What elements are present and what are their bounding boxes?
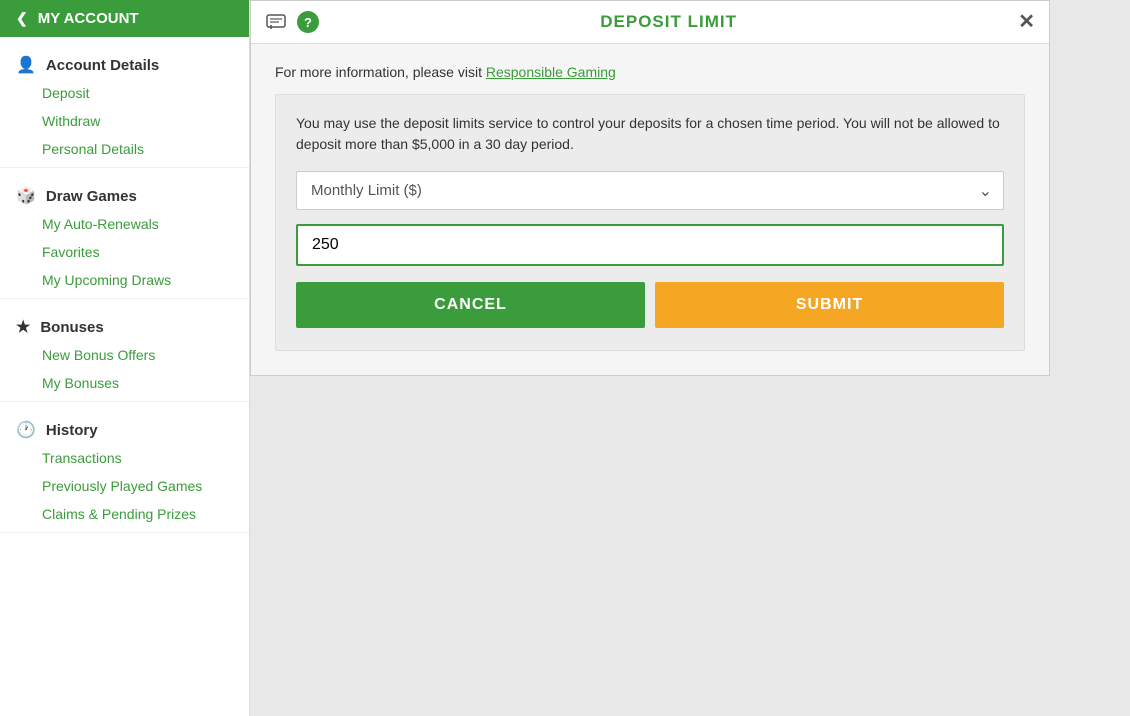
dice-icon: 🎲 [16, 186, 36, 206]
sidebar-item-my-bonuses[interactable]: My Bonuses [0, 369, 249, 397]
sidebar-header-label: MY ACCOUNT [38, 10, 139, 27]
submit-button[interactable]: SUBMIT [655, 282, 1004, 328]
draw-games-title: 🎲 Draw Games [0, 178, 249, 210]
sidebar-section-draw-games: 🎲 Draw Games My Auto-Renewals Favorites … [0, 168, 249, 299]
sidebar-item-auto-renewals[interactable]: My Auto-Renewals [0, 210, 249, 238]
main-content: ? DEPOSIT LIMIT ✕ For more information, … [250, 0, 1130, 716]
sidebar-item-withdraw[interactable]: Withdraw [0, 107, 249, 135]
help-icon[interactable]: ? [297, 11, 319, 33]
responsible-gaming-link[interactable]: Responsible Gaming [486, 64, 616, 80]
sidebar: ❮ MY ACCOUNT 👤 Account Details Deposit W… [0, 0, 250, 716]
bonuses-title: ★ Bonuses [0, 309, 249, 341]
modal-body: For more information, please visit Respo… [251, 44, 1049, 375]
sidebar-item-previously-played[interactable]: Previously Played Games [0, 472, 249, 500]
sidebar-item-upcoming-draws[interactable]: My Upcoming Draws [0, 266, 249, 294]
sidebar-section-bonuses: ★ Bonuses New Bonus Offers My Bonuses [0, 299, 249, 402]
button-row: CANCEL SUBMIT [296, 282, 1004, 328]
chevron-left-icon: ❮ [16, 10, 28, 27]
chat-icon[interactable] [265, 11, 287, 33]
sidebar-item-new-bonus-offers[interactable]: New Bonus Offers [0, 341, 249, 369]
sidebar-item-transactions[interactable]: Transactions [0, 444, 249, 472]
history-title: 🕐 History [0, 412, 249, 444]
limit-box: You may use the deposit limits service t… [275, 94, 1025, 351]
cancel-button[interactable]: CANCEL [296, 282, 645, 328]
modal-title: DEPOSIT LIMIT [319, 12, 1018, 32]
my-account-header[interactable]: ❮ MY ACCOUNT [0, 0, 249, 37]
sidebar-item-deposit[interactable]: Deposit [0, 79, 249, 107]
star-icon: ★ [16, 317, 30, 337]
sidebar-item-personal-details[interactable]: Personal Details [0, 135, 249, 163]
person-icon: 👤 [16, 55, 36, 75]
modal-close-button[interactable]: ✕ [1018, 12, 1035, 32]
limit-type-select[interactable]: Monthly Limit ($) Weekly Limit ($) Daily… [296, 171, 1004, 210]
header-icons: ? [265, 11, 319, 33]
limit-amount-input[interactable] [296, 224, 1004, 266]
sidebar-item-claims-pending[interactable]: Claims & Pending Prizes [0, 500, 249, 528]
sidebar-section-history: 🕐 History Transactions Previously Played… [0, 402, 249, 533]
modal-header: ? DEPOSIT LIMIT ✕ [251, 1, 1049, 44]
account-details-title: 👤 Account Details [0, 47, 249, 79]
limit-description: You may use the deposit limits service t… [296, 113, 1004, 155]
limit-type-select-wrapper: Monthly Limit ($) Weekly Limit ($) Daily… [296, 171, 1004, 210]
info-line: For more information, please visit Respo… [275, 64, 1025, 80]
deposit-limit-panel: ? DEPOSIT LIMIT ✕ For more information, … [250, 0, 1050, 376]
clock-icon: 🕐 [16, 420, 36, 440]
sidebar-item-favorites[interactable]: Favorites [0, 238, 249, 266]
sidebar-section-account: 👤 Account Details Deposit Withdraw Perso… [0, 37, 249, 168]
